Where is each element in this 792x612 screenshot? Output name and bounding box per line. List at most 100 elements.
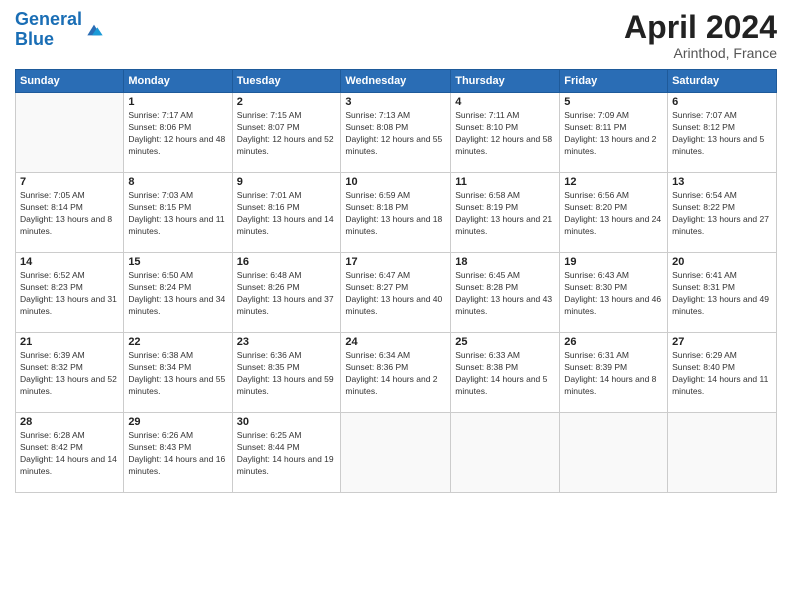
day-info: Sunrise: 6:38 AMSunset: 8:34 PMDaylight:… [128,350,227,398]
day-cell: 8Sunrise: 7:03 AMSunset: 8:15 PMDaylight… [124,173,232,253]
day-info: Sunrise: 6:56 AMSunset: 8:20 PMDaylight:… [564,190,663,238]
day-cell [668,413,777,493]
day-number: 7 [20,176,119,188]
day-cell: 20 Sunrise: 6:41 AMSunset: 8:31 PMDayligh… [668,253,777,333]
day-number: 25 [455,336,555,348]
col-thursday: Thursday [451,70,560,93]
day-cell [451,413,560,493]
logo: General Blue [15,10,104,50]
day-cell: 5 Sunrise: 7:09 AMSunset: 8:11 PMDaylight… [560,93,668,173]
day-cell: 3 Sunrise: 7:13 AMSunset: 8:08 PMDaylight… [341,93,451,173]
day-cell: 18Sunrise: 6:45 AMSunset: 8:28 PMDayligh… [451,253,560,333]
day-number: 5 [564,96,663,108]
day-info: Sunrise: 6:28 AMSunset: 8:42 PMDaylight:… [20,430,119,478]
header-row: Sunday Monday Tuesday Wednesday Thursday… [16,70,777,93]
day-cell: 16Sunrise: 6:48 AMSunset: 8:26 PMDayligh… [232,253,341,333]
day-info: Sunrise: 7:17 AMSunset: 8:06 PMDaylight:… [128,110,227,158]
day-info: Sunrise: 6:52 AMSunset: 8:23 PMDaylight:… [20,270,119,318]
day-number: 9 [237,176,337,188]
header: General Blue April 2024 Arinthod, France [15,10,777,61]
day-number: 19 [564,256,663,268]
week-row-3: 14 Sunrise: 6:52 AMSunset: 8:23 PMDayligh… [16,253,777,333]
day-info: Sunrise: 6:36 AMSunset: 8:35 PMDaylight:… [237,350,337,398]
day-cell: 11 Sunrise: 6:58 AMSunset: 8:19 PMDayligh… [451,173,560,253]
day-info: Sunrise: 7:09 AMSunset: 8:11 PMDaylight:… [564,110,663,158]
page: General Blue April 2024 Arinthod, France… [0,0,792,612]
day-number: 20 [672,256,772,268]
day-cell: 4 Sunrise: 7:11 AMSunset: 8:10 PMDaylight… [451,93,560,173]
day-cell: 26 Sunrise: 6:31 AMSunset: 8:39 PMDayligh… [560,333,668,413]
day-cell: 19 Sunrise: 6:43 AMSunset: 8:30 PMDayligh… [560,253,668,333]
day-info: Sunrise: 6:34 AMSunset: 8:36 PMDaylight:… [345,350,446,398]
logo-line2: Blue [15,29,54,49]
day-info: Sunrise: 6:45 AMSunset: 8:28 PMDaylight:… [455,270,555,318]
col-sunday: Sunday [16,70,124,93]
week-row-4: 21 Sunrise: 6:39 AMSunset: 8:32 PMDayligh… [16,333,777,413]
day-number: 11 [455,176,555,188]
day-cell: 13Sunrise: 6:54 AMSunset: 8:22 PMDayligh… [668,173,777,253]
day-number: 28 [20,416,119,428]
day-cell: 15 Sunrise: 6:50 AMSunset: 8:24 PMDayligh… [124,253,232,333]
day-cell: 9Sunrise: 7:01 AMSunset: 8:16 PMDaylight… [232,173,341,253]
logo-text: General Blue [15,10,82,50]
day-info: Sunrise: 6:58 AMSunset: 8:19 PMDaylight:… [455,190,555,238]
day-info: Sunrise: 7:05 AMSunset: 8:14 PMDaylight:… [20,190,119,238]
day-info: Sunrise: 6:39 AMSunset: 8:32 PMDaylight:… [20,350,119,398]
day-cell: 7 Sunrise: 7:05 AMSunset: 8:14 PMDaylight… [16,173,124,253]
day-info: Sunrise: 7:13 AMSunset: 8:08 PMDaylight:… [345,110,446,158]
day-cell: 28 Sunrise: 6:28 AMSunset: 8:42 PMDayligh… [16,413,124,493]
day-cell: 2 Sunrise: 7:15 AMSunset: 8:07 PMDaylight… [232,93,341,173]
title-location: Arinthod, France [624,45,777,61]
day-info: Sunrise: 7:15 AMSunset: 8:07 PMDaylight:… [237,110,337,158]
day-info: Sunrise: 6:31 AMSunset: 8:39 PMDaylight:… [564,350,663,398]
day-info: Sunrise: 6:48 AMSunset: 8:26 PMDaylight:… [237,270,337,318]
day-cell: 23 Sunrise: 6:36 AMSunset: 8:35 PMDayligh… [232,333,341,413]
day-cell: 12 Sunrise: 6:56 AMSunset: 8:20 PMDayligh… [560,173,668,253]
title-month: April 2024 [624,10,777,45]
day-info: Sunrise: 7:11 AMSunset: 8:10 PMDaylight:… [455,110,555,158]
col-wednesday: Wednesday [341,70,451,93]
day-number: 14 [20,256,119,268]
day-cell: 27Sunrise: 6:29 AMSunset: 8:40 PMDayligh… [668,333,777,413]
day-info: Sunrise: 6:59 AMSunset: 8:18 PMDaylight:… [345,190,446,238]
day-info: Sunrise: 6:50 AMSunset: 8:24 PMDaylight:… [128,270,227,318]
day-number: 10 [345,176,446,188]
logo-icon [84,20,104,40]
day-number: 21 [20,336,119,348]
day-cell: 10 Sunrise: 6:59 AMSunset: 8:18 PMDayligh… [341,173,451,253]
day-number: 12 [564,176,663,188]
week-row-5: 28 Sunrise: 6:28 AMSunset: 8:42 PMDayligh… [16,413,777,493]
day-info: Sunrise: 6:47 AMSunset: 8:27 PMDaylight:… [345,270,446,318]
day-cell [341,413,451,493]
col-monday: Monday [124,70,232,93]
day-info: Sunrise: 6:54 AMSunset: 8:22 PMDaylight:… [672,190,772,238]
day-number: 4 [455,96,555,108]
day-number: 15 [128,256,227,268]
col-tuesday: Tuesday [232,70,341,93]
col-saturday: Saturday [668,70,777,93]
day-number: 24 [345,336,446,348]
day-number: 3 [345,96,446,108]
day-info: Sunrise: 6:41 AMSunset: 8:31 PMDaylight:… [672,270,772,318]
calendar-table: Sunday Monday Tuesday Wednesday Thursday… [15,69,777,493]
day-info: Sunrise: 7:07 AMSunset: 8:12 PMDaylight:… [672,110,772,158]
day-info: Sunrise: 6:25 AMSunset: 8:44 PMDaylight:… [237,430,337,478]
day-cell: 21 Sunrise: 6:39 AMSunset: 8:32 PMDayligh… [16,333,124,413]
day-number: 29 [128,416,227,428]
day-number: 1 [128,96,227,108]
week-row-2: 7 Sunrise: 7:05 AMSunset: 8:14 PMDaylight… [16,173,777,253]
day-info: Sunrise: 6:29 AMSunset: 8:40 PMDaylight:… [672,350,772,398]
day-cell: 6Sunrise: 7:07 AMSunset: 8:12 PMDaylight… [668,93,777,173]
week-row-1: 1 Sunrise: 7:17 AMSunset: 8:06 PMDaylight… [16,93,777,173]
col-friday: Friday [560,70,668,93]
day-number: 2 [237,96,337,108]
title-block: April 2024 Arinthod, France [624,10,777,61]
day-cell: 22 Sunrise: 6:38 AMSunset: 8:34 PMDayligh… [124,333,232,413]
day-number: 23 [237,336,337,348]
day-info: Sunrise: 6:43 AMSunset: 8:30 PMDaylight:… [564,270,663,318]
day-number: 26 [564,336,663,348]
day-number: 22 [128,336,227,348]
day-number: 30 [237,416,337,428]
day-info: Sunrise: 6:33 AMSunset: 8:38 PMDaylight:… [455,350,555,398]
day-info: Sunrise: 7:03 AMSunset: 8:15 PMDaylight:… [128,190,227,238]
